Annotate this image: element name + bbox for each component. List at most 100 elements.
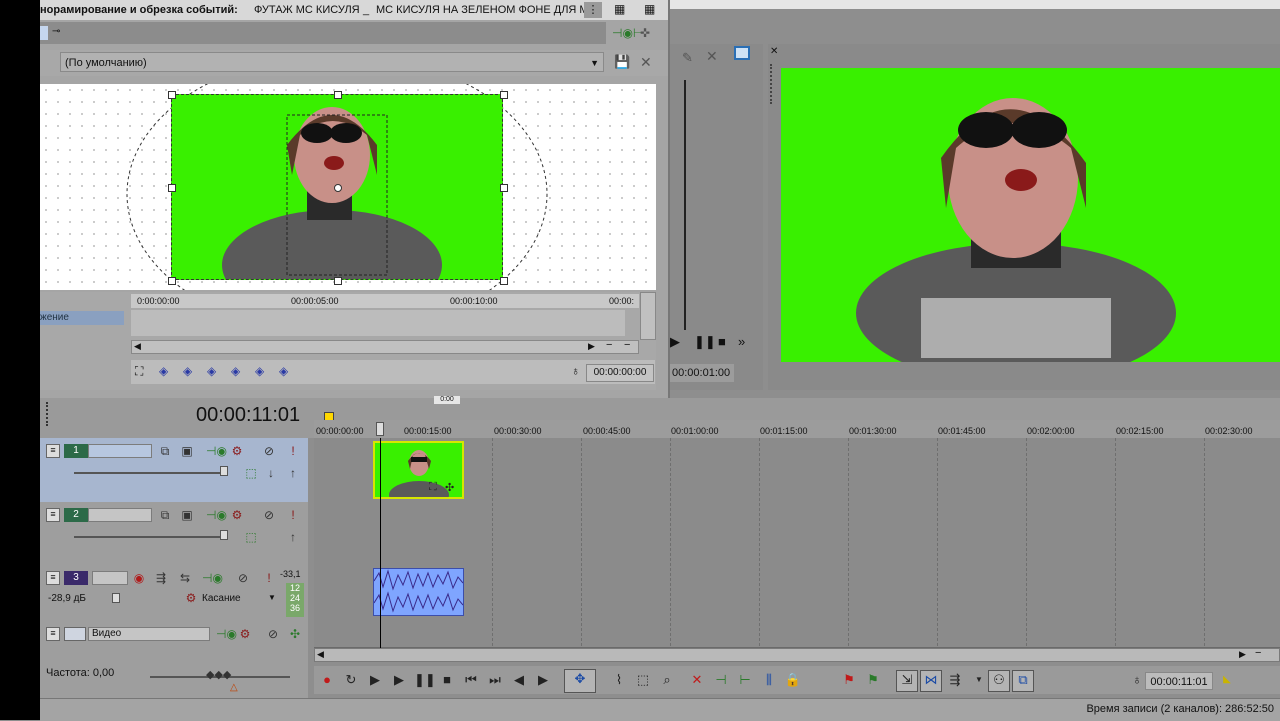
solo-icon[interactable]: ! [262,571,276,585]
rate-knob-icon[interactable]: ◆◆◆ [206,668,231,681]
gear-icon[interactable]: ⚙ [238,627,252,641]
monitor-icon[interactable] [734,46,750,60]
keyframe-vertical-scrollbar[interactable] [640,292,656,340]
gear-icon[interactable]: ⚙ [230,444,244,458]
delete-keyframe-icon[interactable]: ◈ [279,364,288,378]
bus-name-field[interactable]: Видео [88,627,210,641]
keyframe-track[interactable] [131,310,625,336]
menu-icon[interactable]: ≡ [46,444,60,458]
position-field-icon[interactable] [40,26,48,40]
fx-icon[interactable]: ⊣◉ [202,571,223,585]
video-clip[interactable]: ⛶ ✣ [373,441,464,499]
last-keyframe-icon[interactable]: ◈ [255,364,264,378]
lock-aspect-icon[interactable]: ✜ [640,26,650,40]
next-frame-icon[interactable]: » [738,334,745,349]
output-icon[interactable]: ⇆ [178,571,192,585]
envelope-tool[interactable]: ⌇ [610,671,628,689]
go-to-start-button[interactable]: ⏮ [462,671,480,689]
next-frame-button[interactable]: ▶ [534,671,552,689]
solo-icon[interactable]: ! [286,444,300,458]
sync-icon[interactable]: ⛶ [135,364,143,379]
dialog-title-file1[interactable]: ФУТАЖ МС КИСУЛЯ [254,0,360,20]
fx-icon[interactable]: ✣ [445,481,454,494]
dialog-title-file2[interactable]: МС КИСУЛЯ НА ЗЕЛЕНОМ ФОНЕ ДЛЯ М [376,0,589,20]
play-button[interactable]: ▶ [390,671,408,689]
marker-button[interactable]: ⚑ [840,671,858,689]
playhead-cursor[interactable] [380,438,381,648]
track-lane-bus[interactable] [314,621,1280,648]
keyframe-timecode[interactable]: 00:00:00:00 [586,364,654,382]
track-level-slider[interactable] [74,536,224,538]
composite-icon[interactable]: ⧉ [158,508,172,522]
play-from-start-button[interactable]: ▶ [366,671,384,689]
track-header-1[interactable]: ≡ 1 ⧉ ▣ ⊣◉ ⚙ ⊘ ! ⬚ ↓ ↑ [40,438,308,503]
track-header-2[interactable]: ≡ 2 ⧉ ▣ ⊣◉ ⚙ ⊘ ! ⬚ ↑ [40,502,308,566]
preset-dropdown[interactable]: (По умолчанию) ▼ [60,52,604,72]
snapping-button[interactable]: ⇲ [896,670,918,692]
motion-icon[interactable]: ⬚ [244,466,258,480]
stop-icon[interactable]: ■ [718,334,726,349]
timeline-horizontal-scrollbar[interactable]: ◀ ▶ − [314,647,1280,662]
track-level-knob[interactable] [220,530,228,540]
fx-icon[interactable]: ⊣◉ [206,444,227,458]
gear-icon[interactable]: ⚙ [184,591,198,605]
crop-handle-mr[interactable] [500,184,508,192]
zoom-out-icon[interactable]: − [606,339,612,351]
crop-handle-br[interactable] [500,277,508,285]
track-level-knob[interactable] [220,466,228,476]
lock-button[interactable]: 🔒 [784,671,802,689]
track-name-field[interactable] [88,508,152,522]
crop-icon[interactable]: ⛶ [429,481,437,494]
go-to-end-button[interactable]: ⏭ [486,671,504,689]
volume-knob[interactable] [112,593,120,603]
solo-icon[interactable]: ! [286,508,300,522]
zoom-tool[interactable]: ⌕ [658,671,676,689]
motion-icon[interactable]: ⬚ [244,530,258,544]
zoom-out-icon[interactable]: − [1255,647,1261,659]
prev-frame-button[interactable]: ◀ [510,671,528,689]
crop-handle-tm[interactable] [334,91,342,99]
keyframe-row-label[interactable]: жение [40,311,124,325]
ripple-edit-button[interactable]: ⇶ [946,671,964,689]
crop-handle-bl[interactable] [168,277,176,285]
fx-icon[interactable]: ⊣◉ [206,508,227,522]
parent-icon[interactable]: ▣ [180,508,194,522]
split-button[interactable]: ⫼ [760,671,778,689]
loop-marker[interactable]: 0:00 [434,396,460,404]
selection-tool[interactable]: ⬚ [634,671,652,689]
track-level-slider[interactable] [74,472,224,474]
track-name-field[interactable] [92,571,128,585]
delete-preset-icon[interactable]: ✕ [640,54,652,71]
trim-start-button[interactable]: ⊣ [712,671,730,689]
menu-icon[interactable]: ⋮ [584,2,602,18]
crop-handle-bm[interactable] [334,277,342,285]
scroll-left-icon[interactable]: ◀ [134,341,141,352]
current-time-display[interactable]: 00:00:11:01 [196,404,300,427]
grid-icon[interactable]: ▦ [614,2,625,16]
playhead-handle[interactable] [376,422,384,436]
play-icon[interactable]: ▶ [670,334,680,350]
crop-handle-tr[interactable] [500,91,508,99]
scroll-right-icon[interactable]: ▶ [1239,649,1246,660]
arrow-up-icon[interactable]: ↑ [286,530,300,544]
sync-cursor-icon[interactable]: ⊣◉⊢ [612,26,643,40]
timeline-ruler[interactable]: 00:00:00:00 00:00:15:00 00:00:30:00 00:0… [314,420,1280,439]
lock-envelopes-button[interactable]: ⚇ [988,670,1010,692]
track-name-field[interactable] [88,444,152,458]
expand-icon[interactable]: ✣ [288,627,302,641]
automation-mode[interactable]: Касание [202,593,241,604]
close-icon[interactable]: ✕ [706,48,718,65]
keyframe-ruler[interactable]: 0:00:00:00 00:00:05:00 00:00:10:00 00:00… [131,294,639,308]
chevron-down-icon[interactable]: ▼ [268,593,276,602]
region-button[interactable]: ⚑ [864,671,882,689]
arrow-up-icon[interactable]: ↑ [286,466,300,480]
mute-icon[interactable]: ⊘ [262,444,276,458]
video-bus-header[interactable]: ≡ Видео ⊣◉ ⚙ ⊘ ✣ [40,621,308,648]
mute-icon[interactable]: ⊘ [262,508,276,522]
first-keyframe-icon[interactable]: ◈ [159,364,168,378]
save-preset-icon[interactable]: 💾 [614,54,630,70]
scroll-left-icon[interactable]: ◀ [317,649,324,660]
parent-icon[interactable]: ▣ [180,444,194,458]
record-button[interactable]: ● [318,671,336,689]
track-lane-2[interactable] [314,502,1280,566]
